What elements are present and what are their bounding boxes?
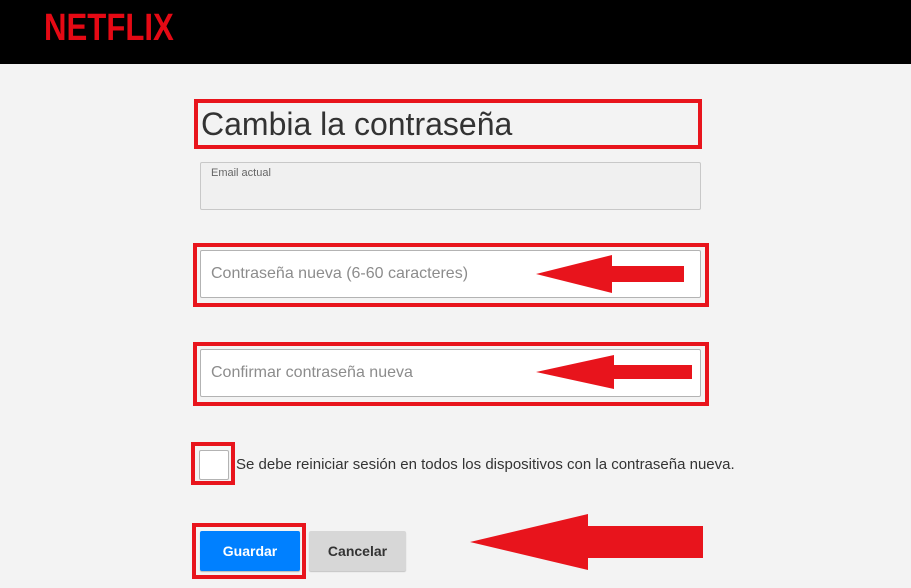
change-password-page: NETFLIX Cambia la contraseña Email actua…: [0, 0, 911, 588]
netflix-logo[interactable]: NETFLIX: [44, 6, 174, 50]
signout-all-devices-label: Se debe reiniciar sesión en todos los di…: [236, 456, 735, 473]
signout-all-devices-checkbox[interactable]: [199, 450, 229, 480]
current-email-field: Email actual: [200, 162, 701, 210]
arrow-left-icon: [536, 255, 684, 293]
top-header: NETFLIX: [0, 0, 911, 64]
current-email-label: Email actual: [211, 167, 271, 179]
page-title: Cambia la contraseña: [201, 106, 513, 142]
arrow-left-icon: [470, 514, 703, 570]
save-button[interactable]: Guardar: [200, 531, 300, 571]
arrow-left-icon: [536, 355, 692, 389]
cancel-button[interactable]: Cancelar: [309, 531, 406, 571]
